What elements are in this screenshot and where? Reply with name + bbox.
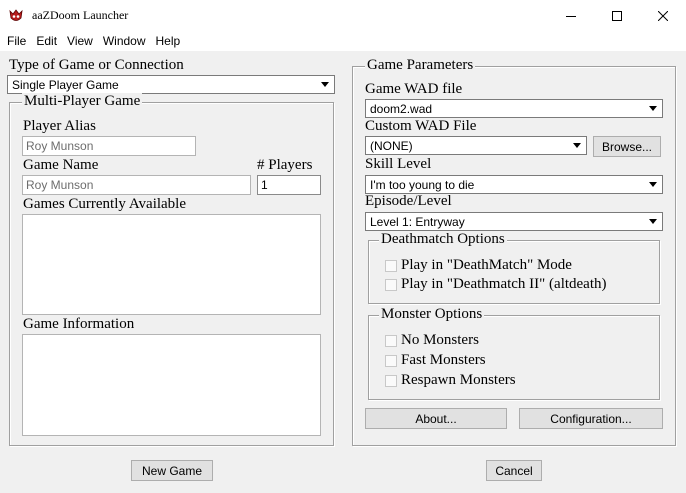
menu-view[interactable]: View (67, 31, 93, 51)
players-value: 1 (261, 178, 268, 192)
multiplayer-group-title: Multi-Player Game (22, 93, 143, 110)
game-type-label: Type of Game or Connection (9, 57, 184, 73)
maximize-icon[interactable] (594, 0, 640, 31)
chevron-down-icon (649, 106, 657, 111)
monster-group-title: Monster Options (379, 306, 485, 323)
doom-skull-icon (8, 8, 24, 24)
skill-label: Skill Level (365, 156, 432, 172)
about-button-label: About... (415, 411, 457, 426)
about-button[interactable]: About... (365, 408, 507, 429)
cancel-button[interactable]: Cancel (486, 460, 542, 481)
chevron-down-icon (321, 82, 329, 87)
deathmatch-ii-label: Play in "Deathmatch II" (altdeath) (401, 276, 607, 292)
player-alias-label: Player Alias (23, 118, 96, 134)
game-name-value: Roy Munson (26, 178, 94, 192)
deathmatch-label: Play in "DeathMatch" Mode (401, 257, 572, 273)
player-alias-value: Roy Munson (26, 139, 94, 153)
skill-value: I'm too young to die (370, 178, 475, 192)
menu-file[interactable]: File (7, 31, 26, 51)
configuration-button-label: Configuration... (550, 411, 632, 426)
title-bar: aaZDoom Launcher (0, 0, 686, 31)
chevron-down-icon (649, 182, 657, 187)
checkbox-box[interactable] (385, 334, 397, 347)
checkbox-box[interactable] (385, 374, 397, 387)
episode-value: Level 1: Entryway (370, 215, 465, 229)
respawn-monsters-checkbox[interactable]: Respawn Monsters (385, 372, 516, 389)
chevron-down-icon (649, 219, 657, 224)
no-monsters-checkbox[interactable]: No Monsters (385, 332, 479, 349)
no-monsters-label: No Monsters (401, 332, 479, 348)
custom-wad-value: (NONE) (370, 139, 413, 153)
configuration-button[interactable]: Configuration... (519, 408, 663, 429)
browse-button[interactable]: Browse... (593, 136, 661, 157)
game-type-select[interactable]: Single Player Game (7, 75, 335, 94)
new-game-button[interactable]: New Game (131, 460, 213, 481)
games-available-label: Games Currently Available (23, 196, 187, 212)
wad-value: doom2.wad (370, 102, 433, 116)
deathmatch-checkbox[interactable]: Play in "DeathMatch" Mode (385, 257, 572, 274)
menu-edit[interactable]: Edit (36, 31, 57, 51)
close-icon[interactable] (640, 0, 686, 31)
episode-label: Episode/Level (365, 193, 452, 209)
game-info-label: Game Information (23, 316, 135, 332)
menu-bar: File Edit View Window Help (0, 31, 686, 51)
game-name-input[interactable]: Roy Munson (22, 175, 251, 195)
menu-window[interactable]: Window (103, 31, 146, 51)
cancel-button-label: Cancel (495, 463, 533, 478)
wad-label: Game WAD file (365, 81, 463, 97)
game-parameters-title: Game Parameters (365, 57, 476, 74)
games-available-list[interactable] (22, 214, 321, 315)
chevron-down-icon (573, 143, 581, 148)
deathmatch-group-title: Deathmatch Options (379, 231, 507, 248)
menu-help[interactable]: Help (156, 31, 181, 51)
respawn-monsters-label: Respawn Monsters (401, 372, 516, 388)
wad-select[interactable]: doom2.wad (365, 99, 663, 118)
browse-button-label: Browse... (601, 139, 652, 154)
game-type-value: Single Player Game (12, 78, 119, 92)
checkbox-box[interactable] (385, 354, 397, 367)
game-info-box[interactable] (22, 334, 321, 436)
skill-select[interactable]: I'm too young to die (365, 175, 663, 194)
custom-wad-label: Custom WAD File (365, 118, 477, 134)
episode-select[interactable]: Level 1: Entryway (365, 212, 663, 231)
minimize-icon[interactable] (548, 0, 594, 31)
players-input[interactable]: 1 (257, 175, 321, 195)
player-alias-input[interactable]: Roy Munson (22, 136, 196, 156)
fast-monsters-label: Fast Monsters (401, 352, 486, 368)
checkbox-box[interactable] (385, 259, 397, 272)
checkbox-box[interactable] (385, 278, 397, 291)
players-label: # Players (257, 157, 313, 173)
fast-monsters-checkbox[interactable]: Fast Monsters (385, 352, 486, 369)
custom-wad-select[interactable]: (NONE) (365, 136, 587, 155)
deathmatch-ii-checkbox[interactable]: Play in "Deathmatch II" (altdeath) (385, 276, 607, 293)
window-title: aaZDoom Launcher (32, 8, 129, 22)
game-name-label: Game Name (23, 157, 99, 173)
new-game-button-label: New Game (141, 463, 203, 478)
